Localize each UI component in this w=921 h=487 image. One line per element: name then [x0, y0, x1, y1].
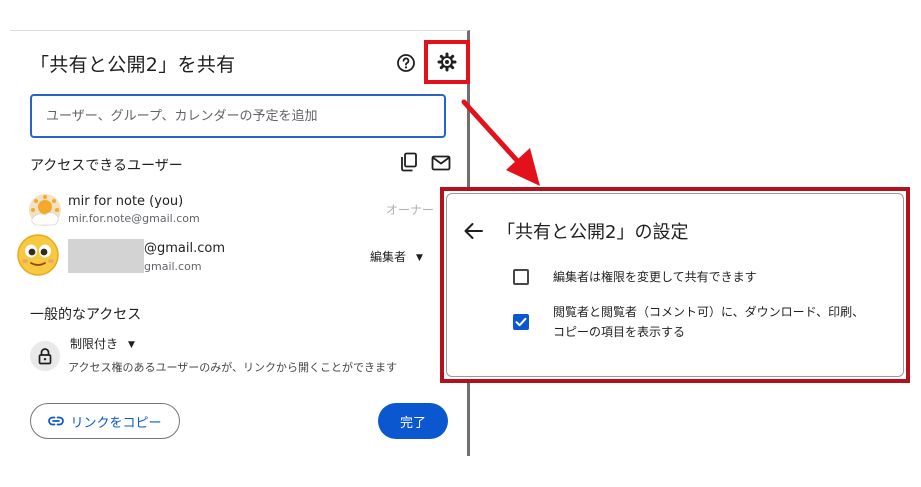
settings-panel-highlight: 「共有と公開2」の設定 編集者は権限を変更して共有できます 閲覧者と閲覧者（コメ…	[440, 187, 910, 383]
chevron-down-icon: ▼	[128, 340, 135, 350]
link-icon	[48, 416, 65, 426]
user-name-editor: @gmail.com	[144, 241, 226, 256]
user-email-editor: gmail.com	[144, 260, 202, 273]
general-access-title: 一般的なアクセス	[30, 307, 142, 323]
copy-icon[interactable]	[400, 152, 418, 172]
viewer-download-label-line2: コピーの項目を表示する	[553, 325, 686, 339]
general-access-dropdown[interactable]: 制限付き ▼	[70, 335, 135, 352]
editor-share-checkbox[interactable]	[513, 269, 529, 285]
user-name-owner: mir for note (you)	[68, 194, 184, 209]
annotation-arrow	[461, 99, 540, 186]
settings-highlight-box	[424, 40, 470, 84]
avatar-owner	[29, 194, 61, 226]
role-dropdown-label: 編集者	[370, 250, 407, 264]
redacted-email-block	[68, 239, 144, 273]
owner-role-label: オーナー	[386, 203, 435, 217]
lock-icon-badge	[30, 341, 60, 371]
viewer-download-checkbox[interactable]	[513, 314, 529, 330]
settings-title: 「共有と公開2」の設定	[497, 222, 689, 243]
role-dropdown-editor[interactable]: 編集者 ▼	[370, 248, 423, 265]
back-arrow-icon[interactable]	[463, 222, 483, 240]
settings-panel: 「共有と公開2」の設定 編集者は権限を変更して共有できます 閲覧者と閲覧者（コメ…	[446, 193, 904, 377]
done-button[interactable]: 完了	[378, 403, 448, 439]
share-dialog: 「共有と公開2」を共有 アクセスできるユーザー	[10, 30, 470, 456]
mail-icon[interactable]	[431, 155, 451, 171]
avatar-editor	[17, 234, 59, 276]
user-email-owner: mir.for.note@gmail.com	[68, 212, 200, 225]
editor-share-label: 編集者は権限を変更して共有できます	[553, 270, 757, 284]
viewer-download-label-line1: 閲覧者と閲覧者（コメント可）に、ダウンロード、印刷、	[553, 305, 865, 319]
add-people-input[interactable]	[30, 94, 446, 138]
copy-link-label: リンクをコピー	[70, 415, 162, 431]
dialog-title: 「共有と公開2」を共有	[30, 54, 236, 76]
lock-icon	[38, 348, 52, 365]
access-section-title: アクセスできるユーザー	[30, 158, 183, 174]
help-icon[interactable]	[396, 53, 416, 73]
general-access-description: アクセス権のあるユーザーのみが、リンクから開くことができます	[68, 361, 398, 374]
copy-link-button[interactable]: リンクをコピー	[30, 403, 180, 439]
chevron-down-icon: ▼	[416, 253, 423, 263]
checkmark-icon	[515, 317, 527, 327]
gear-icon[interactable]	[437, 52, 457, 72]
general-access-value: 制限付き	[70, 337, 119, 351]
